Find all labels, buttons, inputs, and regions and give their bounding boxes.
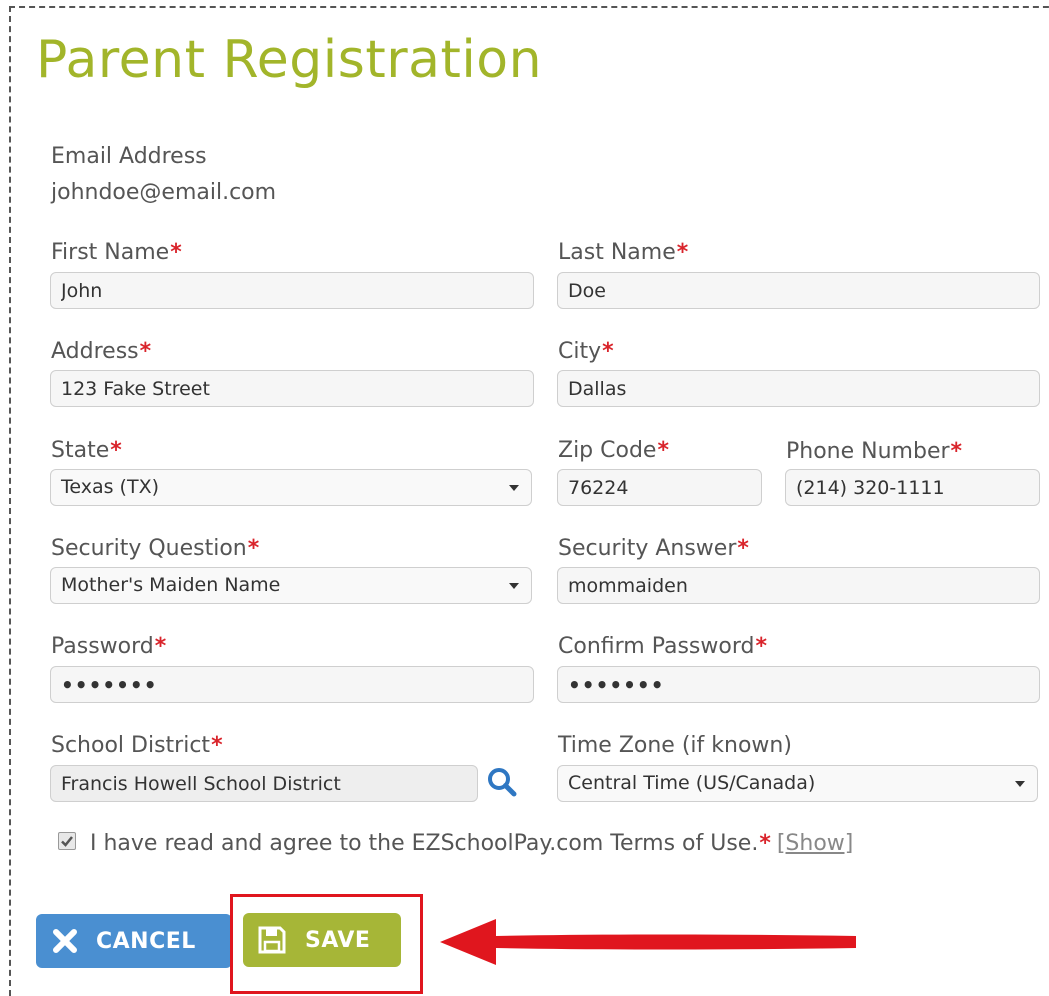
- state-selected-value: Texas (TX): [61, 476, 160, 498]
- security-question-label: Security Question*: [51, 536, 260, 561]
- close-icon: [52, 928, 78, 954]
- chevron-down-icon: [1015, 781, 1025, 787]
- first-name-label: First Name*: [51, 240, 182, 265]
- time-zone-select[interactable]: Central Time (US/Canada): [557, 765, 1038, 802]
- terms-show-link[interactable]: [Show]: [777, 831, 854, 856]
- cancel-button[interactable]: CANCEL: [36, 914, 232, 968]
- last-name-field[interactable]: [557, 272, 1040, 309]
- confirm-password-label: Confirm Password*: [558, 634, 767, 659]
- state-select[interactable]: Texas (TX): [50, 469, 532, 506]
- phone-number-label: Phone Number*: [786, 439, 963, 464]
- terms-row: I have read and agree to the EZSchoolPay…: [58, 831, 853, 856]
- password-field[interactable]: [50, 666, 534, 703]
- annotation-arrow-icon: [438, 912, 863, 976]
- security-question-select[interactable]: Mother's Maiden Name: [50, 567, 532, 604]
- chevron-down-icon: [509, 583, 519, 589]
- email-value: johndoe@email.com: [51, 180, 277, 205]
- page-title: Parent Registration: [36, 30, 543, 90]
- time-zone-label: Time Zone (if known): [558, 733, 792, 758]
- zip-code-field[interactable]: [557, 469, 762, 506]
- security-answer-label: Security Answer*: [558, 536, 749, 561]
- confirm-password-field[interactable]: [557, 666, 1040, 703]
- city-field[interactable]: [557, 370, 1040, 407]
- first-name-field[interactable]: [50, 272, 534, 309]
- chevron-down-icon: [509, 485, 519, 491]
- phone-number-field[interactable]: [785, 469, 1040, 506]
- school-district-field[interactable]: [50, 765, 478, 802]
- password-label: Password*: [51, 634, 167, 659]
- cancel-button-label: CANCEL: [96, 928, 196, 954]
- terms-text: I have read and agree to the EZSchoolPay…: [90, 831, 759, 856]
- address-label: Address*: [51, 339, 152, 364]
- time-zone-selected-value: Central Time (US/Canada): [568, 772, 816, 794]
- last-name-label: Last Name*: [558, 240, 689, 265]
- security-answer-field[interactable]: [557, 567, 1040, 604]
- save-highlight-box: [230, 894, 423, 994]
- city-label: City*: [558, 339, 614, 364]
- search-icon[interactable]: [484, 764, 520, 800]
- email-label: Email Address: [51, 144, 207, 169]
- terms-required-mark: *: [759, 831, 771, 856]
- state-label: State*: [51, 438, 122, 463]
- security-question-selected-value: Mother's Maiden Name: [61, 574, 281, 596]
- terms-checkbox[interactable]: [58, 832, 76, 850]
- check-icon: [61, 836, 73, 847]
- zip-code-label: Zip Code*: [558, 438, 669, 463]
- address-field[interactable]: [50, 370, 534, 407]
- school-district-label: School District*: [51, 733, 223, 758]
